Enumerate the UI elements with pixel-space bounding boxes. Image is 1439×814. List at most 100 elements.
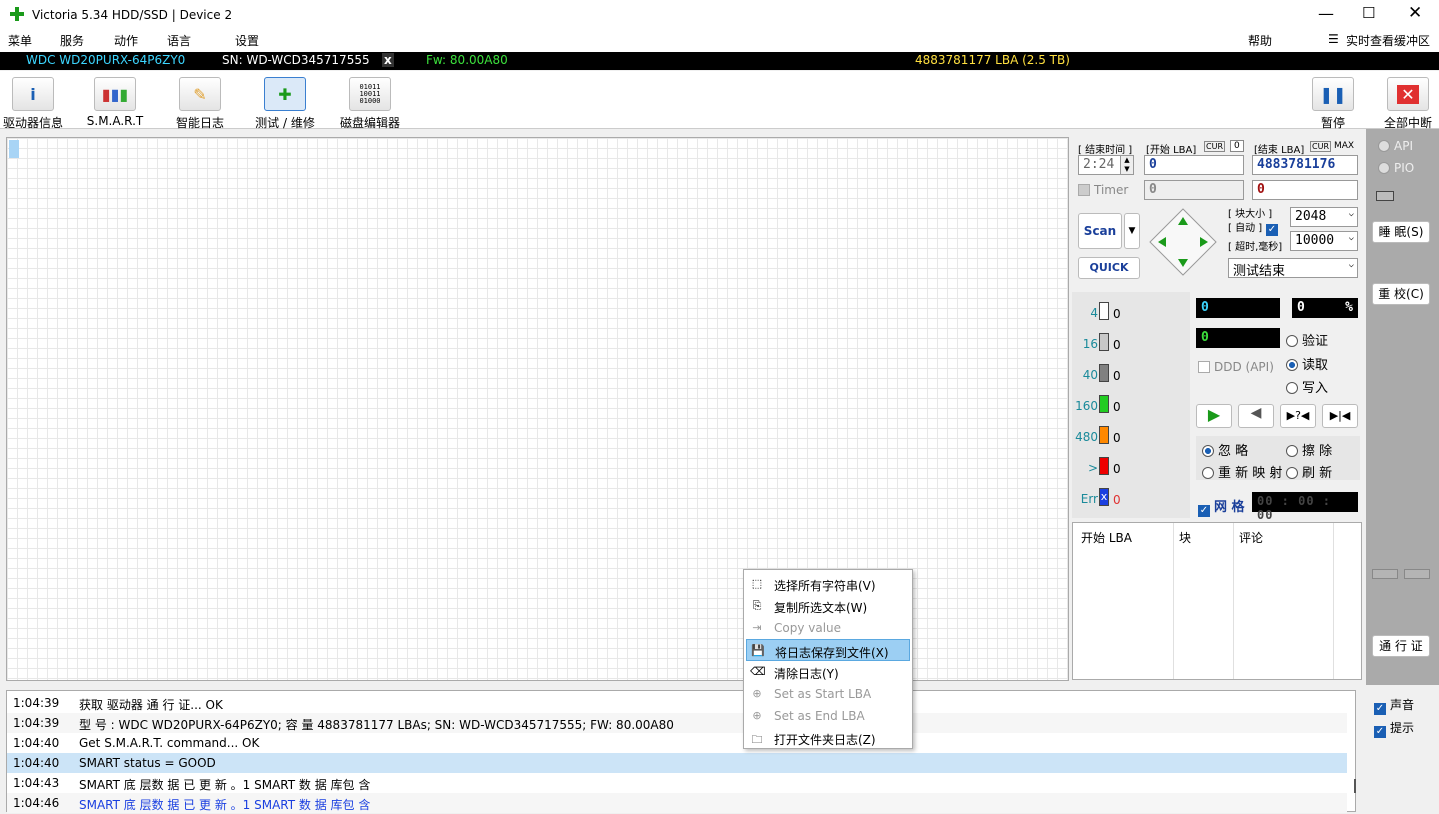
menu-item-buffer[interactable]: 实时查看缓冲区	[1346, 32, 1430, 49]
cur-end-button[interactable]: CUR	[1310, 141, 1331, 152]
menu-item-settings[interactable]: 设置	[235, 32, 259, 49]
log-row[interactable]: 1:04:40 Get S.M.A.R.T. command... OK	[7, 733, 1347, 753]
block-label: 16	[1082, 337, 1098, 351]
grid-checkbox[interactable]: ✓ 网 格	[1198, 496, 1245, 517]
pause-button[interactable]: ❚❚ 暂停	[1310, 77, 1356, 131]
context-menu-item[interactable]: ⇥ Copy value	[746, 617, 910, 639]
sleep-button[interactable]: 睡 眠(S)	[1372, 221, 1430, 243]
drive-info-button[interactable]: i 驱动器信息	[3, 77, 63, 131]
block-label: 40	[1082, 368, 1098, 382]
reverse-button[interactable]: ◀	[1238, 404, 1274, 428]
log-row[interactable]: 1:04:40 SMART status = GOOD	[7, 753, 1347, 773]
log-time: 1:04:39	[13, 716, 60, 730]
log-row[interactable]: 1:04:46 SMART 底 层数 据 已 更 新 。1 SMART 数 据 库…	[7, 793, 1347, 813]
maximize-icon[interactable]: ☐	[1362, 4, 1375, 22]
col-start-lba[interactable]: 开始 LBA	[1081, 529, 1132, 546]
context-menu-item[interactable]: ⌫ 清除日志(Y)	[746, 661, 910, 683]
start-lba-input[interactable]: 0	[1144, 155, 1244, 175]
time-spinner[interactable]: ▲ ▼	[1120, 155, 1134, 175]
block-count: 0	[1113, 462, 1121, 476]
eraser-icon: ⌫	[750, 665, 766, 678]
ddd-api-checkbox[interactable]: DDD (API)	[1198, 360, 1274, 374]
disk-editor-button[interactable]: 01011 10011 01000 磁盘编辑器	[338, 77, 402, 131]
test-repair-button[interactable]: ✚ 测试 / 维修	[250, 77, 320, 131]
context-menu-label: Set as End LBA	[774, 709, 865, 723]
close-drive-button[interactable]: x	[382, 53, 394, 67]
counters-panel: 0 0% 0 DDD (API) 验证 读取 写入 ▶ ◀ ▶?◀ ▶|◀ 忽 …	[1192, 292, 1362, 522]
menu-item-service[interactable]: 服务	[60, 32, 84, 49]
menu-item-main[interactable]: 菜单	[8, 32, 32, 49]
scan-button[interactable]: Scan	[1078, 213, 1122, 249]
remap-radio[interactable]: 重 新 映 射	[1202, 462, 1282, 481]
timer-checkbox[interactable]: Timer	[1078, 183, 1128, 197]
drive-model[interactable]: WDC WD20PURX-64P6ZY0	[26, 53, 185, 67]
verify-radio[interactable]: 验证	[1286, 330, 1328, 349]
refresh-radio[interactable]: 刷 新	[1286, 462, 1332, 481]
block-swatch: x	[1099, 488, 1109, 506]
random-button[interactable]: ▶?◀	[1280, 404, 1316, 428]
defect-table[interactable]: 开始 LBA 块 评论	[1072, 522, 1362, 680]
block-count: 0	[1113, 369, 1121, 383]
log-panel[interactable]: 1:04:39 获取 驱动器 通 行 证... OK 1:04:39 型 号 : WD…	[6, 690, 1356, 813]
ignore-radio[interactable]: 忽 略	[1202, 440, 1248, 459]
percent-display: 0%	[1292, 298, 1358, 318]
max-button[interactable]: MAX	[1334, 141, 1354, 151]
menu-item-language[interactable]: 语言	[167, 32, 191, 49]
block-count: 0	[1113, 431, 1121, 445]
direction-pad[interactable]	[1148, 207, 1218, 277]
block-label: Err	[1080, 492, 1098, 506]
stop-all-button[interactable]: ✕ 全部中断	[1380, 77, 1436, 131]
block-size-select[interactable]: 2048 ⌵	[1290, 207, 1358, 227]
close-icon[interactable]: ✕	[1408, 3, 1422, 23]
sound-checkbox[interactable]: ✓ 声音	[1374, 696, 1414, 715]
cur-start-button[interactable]: CUR	[1204, 141, 1225, 152]
timeout-select[interactable]: 10000 ⌵	[1290, 231, 1358, 251]
scan-settings-panel: [ 结束时间 ] [开始 LBA] CUR 0 [结束 LBA] CUR MAX…	[1072, 137, 1362, 287]
end-action-select[interactable]: 测试结束 ⌵	[1228, 258, 1358, 279]
context-menu-item[interactable]: 💾 将日志保存到文件(X)	[746, 639, 910, 661]
log-row[interactable]: 1:04:39 获取 驱动器 通 行 证... OK	[7, 693, 1347, 713]
context-menu-item[interactable]: ⎘ 复制所选文本(W)	[746, 595, 910, 617]
context-menu-item[interactable]: 🗀 打开文件夹日志(Z)	[746, 727, 910, 749]
pio-radio[interactable]: PIO	[1378, 161, 1414, 175]
butterfly-button[interactable]: ▶|◀	[1322, 404, 1358, 428]
context-menu-label: Set as Start LBA	[774, 687, 872, 701]
col-blocks[interactable]: 块	[1179, 529, 1191, 546]
medkit-icon: ✚	[264, 77, 306, 111]
menu-item-action[interactable]: 动作	[114, 32, 138, 49]
log-time: 1:04:46	[13, 796, 60, 810]
play-button[interactable]: ▶	[1196, 404, 1232, 428]
smart-button[interactable]: ▮ ▮ ▮ S.M.A.R.T	[84, 77, 146, 128]
block-stats-panel: 4 0 16 0 40 0 160 0 480 0 >0 Err x 0	[1072, 292, 1190, 518]
passport-button[interactable]: 通 行 证	[1372, 635, 1430, 657]
scan-dropdown-icon[interactable]: ▼	[1124, 213, 1140, 249]
col-comment[interactable]: 评论	[1239, 529, 1263, 546]
smart-log-button[interactable]: ✎ 智能日志	[170, 77, 230, 131]
log-row[interactable]: 1:04:43 SMART 底 层数 据 已 更 新 。1 SMART 数 据 库…	[7, 773, 1347, 793]
butterfly-icon: ▶|◀	[1329, 409, 1351, 422]
quick-button[interactable]: QUICK	[1078, 257, 1140, 279]
context-menu-item[interactable]: ⊕ Set as Start LBA	[746, 683, 910, 705]
end-lba-input[interactable]: 4883781176	[1252, 155, 1358, 175]
toolbar: i 驱动器信息 ▮ ▮ ▮ S.M.A.R.T ✎ 智能日志 ✚ 测试 / 维修 0…	[0, 71, 1439, 131]
log-row[interactable]: 1:04:39 型 号 : WDC WD20PURX-64P6ZY0; 容 量 4…	[7, 713, 1347, 733]
folder-icon: 🗀	[751, 733, 763, 746]
context-menu-item[interactable]: ⊕ Set as End LBA	[746, 705, 910, 727]
right-side-panel: API PIO 睡 眠(S) 重 校(C) 通 行 证	[1366, 129, 1439, 685]
write-radio[interactable]: 写入	[1286, 377, 1328, 396]
minimize-icon[interactable]: —	[1318, 4, 1334, 23]
end-value[interactable]: 0	[1252, 180, 1358, 200]
context-menu-item[interactable]: ⬚ 选择所有字符串(V)	[746, 573, 910, 595]
timer-value[interactable]: 0	[1144, 180, 1244, 200]
log-folder-icon: ✎	[179, 77, 221, 111]
log-scrollbar[interactable]	[1354, 779, 1356, 793]
auto-checkbox[interactable]: ✓	[1266, 219, 1282, 236]
hints-checkbox[interactable]: ✓ 提示	[1374, 719, 1414, 738]
menu-item-help[interactable]: 帮助	[1248, 32, 1272, 49]
save-icon: 💾	[751, 644, 765, 657]
api-radio[interactable]: API	[1378, 139, 1413, 153]
recalibrate-button[interactable]: 重 校(C)	[1372, 283, 1430, 305]
read-radio[interactable]: 读取	[1286, 354, 1328, 373]
drive-info-bar: WDC WD20PURX-64P6ZY0 SN: WD-WCD345717555…	[0, 52, 1439, 70]
erase-radio[interactable]: 擦 除	[1286, 440, 1332, 459]
